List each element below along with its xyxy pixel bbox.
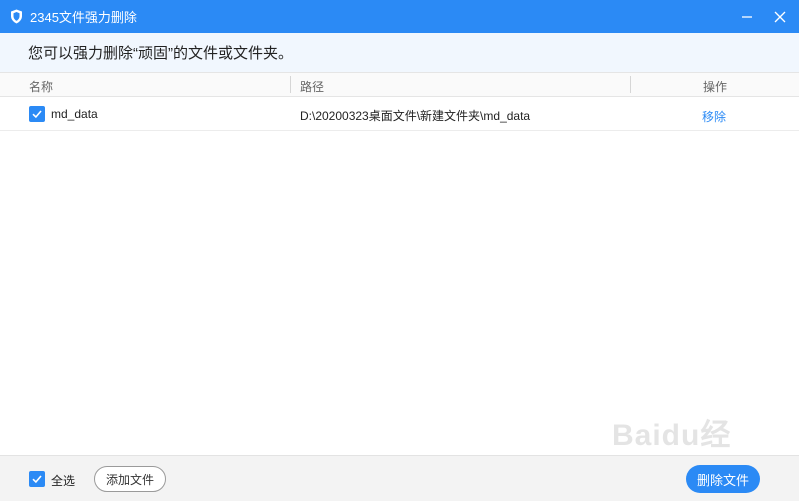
column-header-action: 操作: [703, 80, 728, 94]
select-all-checkbox[interactable]: [29, 471, 45, 487]
check-icon: [32, 475, 42, 484]
add-file-button[interactable]: 添加文件: [94, 466, 166, 492]
file-name: md_data: [51, 107, 98, 121]
remove-link[interactable]: 移除: [702, 108, 726, 125]
table-header: 名称 路径 操作: [0, 72, 799, 97]
column-divider[interactable]: [290, 76, 291, 93]
column-divider[interactable]: [630, 76, 631, 93]
row-checkbox[interactable]: [29, 106, 45, 122]
close-icon: [774, 11, 786, 22]
minimize-icon: [742, 15, 752, 18]
shield-icon: [10, 9, 24, 25]
instruction-text: 您可以强力删除“顽固”的文件或文件夹。: [28, 45, 293, 62]
window-title: 2345文件强力删除: [30, 10, 137, 25]
select-all-label[interactable]: 全选: [51, 472, 75, 489]
delete-files-button[interactable]: 删除文件: [686, 465, 760, 493]
file-path: D:\20200323桌面文件\新建文件夹\md_data: [300, 109, 531, 123]
table-row[interactable]: md_data D:\20200323桌面文件\新建文件夹\md_data 移除: [0, 97, 799, 131]
footer-bar: 全选 添加文件 删除文件: [0, 455, 799, 501]
close-button[interactable]: [764, 0, 796, 33]
column-header-name: 名称: [29, 80, 54, 94]
column-header-path: 路径: [300, 80, 325, 94]
instruction-banner: 您可以强力删除“顽固”的文件或文件夹。: [0, 33, 799, 72]
minimize-button[interactable]: [731, 0, 763, 33]
app-window: 2345文件强力删除 您可以强力删除“顽固”的文件或文件夹。 名称 路径 操作 …: [0, 0, 799, 501]
check-icon: [32, 110, 42, 119]
title-bar[interactable]: 2345文件强力删除: [0, 0, 799, 33]
